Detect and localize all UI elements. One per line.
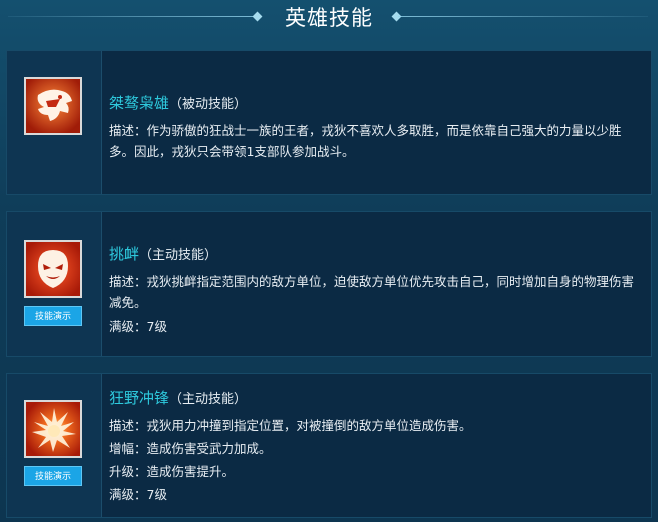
skill-name: 狂野冲锋 <box>109 389 170 407</box>
skill-icon-column: 技能演示 <box>7 374 102 517</box>
panel-title: 英雄技能 <box>285 6 373 30</box>
skill-card-3: 技能演示 狂野冲锋（主动技能） 描述：戎狄用力冲撞到指定位置，对被撞倒的敌方单位… <box>6 373 652 518</box>
skill-card-2: 技能演示 挑衅（主动技能） 描述：戎狄挑衅指定范围内的敌方单位，迫使敌方单位优先… <box>6 211 652 357</box>
beast-roar-icon <box>24 77 82 135</box>
skill-content: 桀骜枭雄（被动技能） 描述：作为骄傲的狂战士一族的王者，戎狄不喜欢人多取胜，而是… <box>109 93 637 162</box>
burst-charge-icon <box>24 400 82 458</box>
skill-icon-column: 技能演示 <box>7 212 102 356</box>
skill-name: 挑衅 <box>109 245 140 263</box>
skill-title: 挑衅（主动技能） <box>109 244 637 266</box>
skill-type: （被动技能） <box>169 97 248 112</box>
skill-amplify: 增幅：造成伤害受武力加成。 <box>109 441 272 456</box>
skill-type: （主动技能） <box>169 392 248 407</box>
panel-header: 英雄技能 <box>0 0 658 34</box>
skill-type: （主动技能） <box>139 248 218 263</box>
skill-content: 挑衅（主动技能） 描述：戎狄挑衅指定范围内的敌方单位，迫使敌方单位优先攻击自己，… <box>109 244 637 337</box>
skill-description: 描述：戎狄用力冲撞到指定位置，对被撞倒的敌方单位造成伤害。 <box>109 418 472 433</box>
skill-max-level: 满级：7级 <box>109 487 167 502</box>
skill-title: 狂野冲锋（主动技能） <box>109 388 637 410</box>
skill-demo-button[interactable]: 技能演示 <box>24 466 82 486</box>
skill-description: 描述：戎狄挑衅指定范围内的敌方单位，迫使敌方单位优先攻击自己，同时增加自身的物理… <box>109 274 635 310</box>
skill-description: 描述：作为骄傲的狂战士一族的王者，戎狄不喜欢人多取胜，而是依靠自己强大的力量以少… <box>109 123 622 159</box>
skill-name: 桀骜枭雄 <box>109 94 170 112</box>
skill-content: 狂野冲锋（主动技能） 描述：戎狄用力冲撞到指定位置，对被撞倒的敌方单位造成伤害。… <box>109 388 637 505</box>
header-divider-right <box>398 16 648 17</box>
skill-upgrade: 升级：造成伤害提升。 <box>109 464 235 479</box>
skill-card-1: 桀骜枭雄（被动技能） 描述：作为骄傲的狂战士一族的王者，戎狄不喜欢人多取胜，而是… <box>6 50 652 195</box>
skill-title: 桀骜枭雄（被动技能） <box>109 93 637 115</box>
skill-icon-column <box>7 51 102 194</box>
skill-demo-button[interactable]: 技能演示 <box>24 306 82 326</box>
skill-max-level: 满级：7级 <box>109 319 167 334</box>
mask-face-icon <box>24 240 82 298</box>
